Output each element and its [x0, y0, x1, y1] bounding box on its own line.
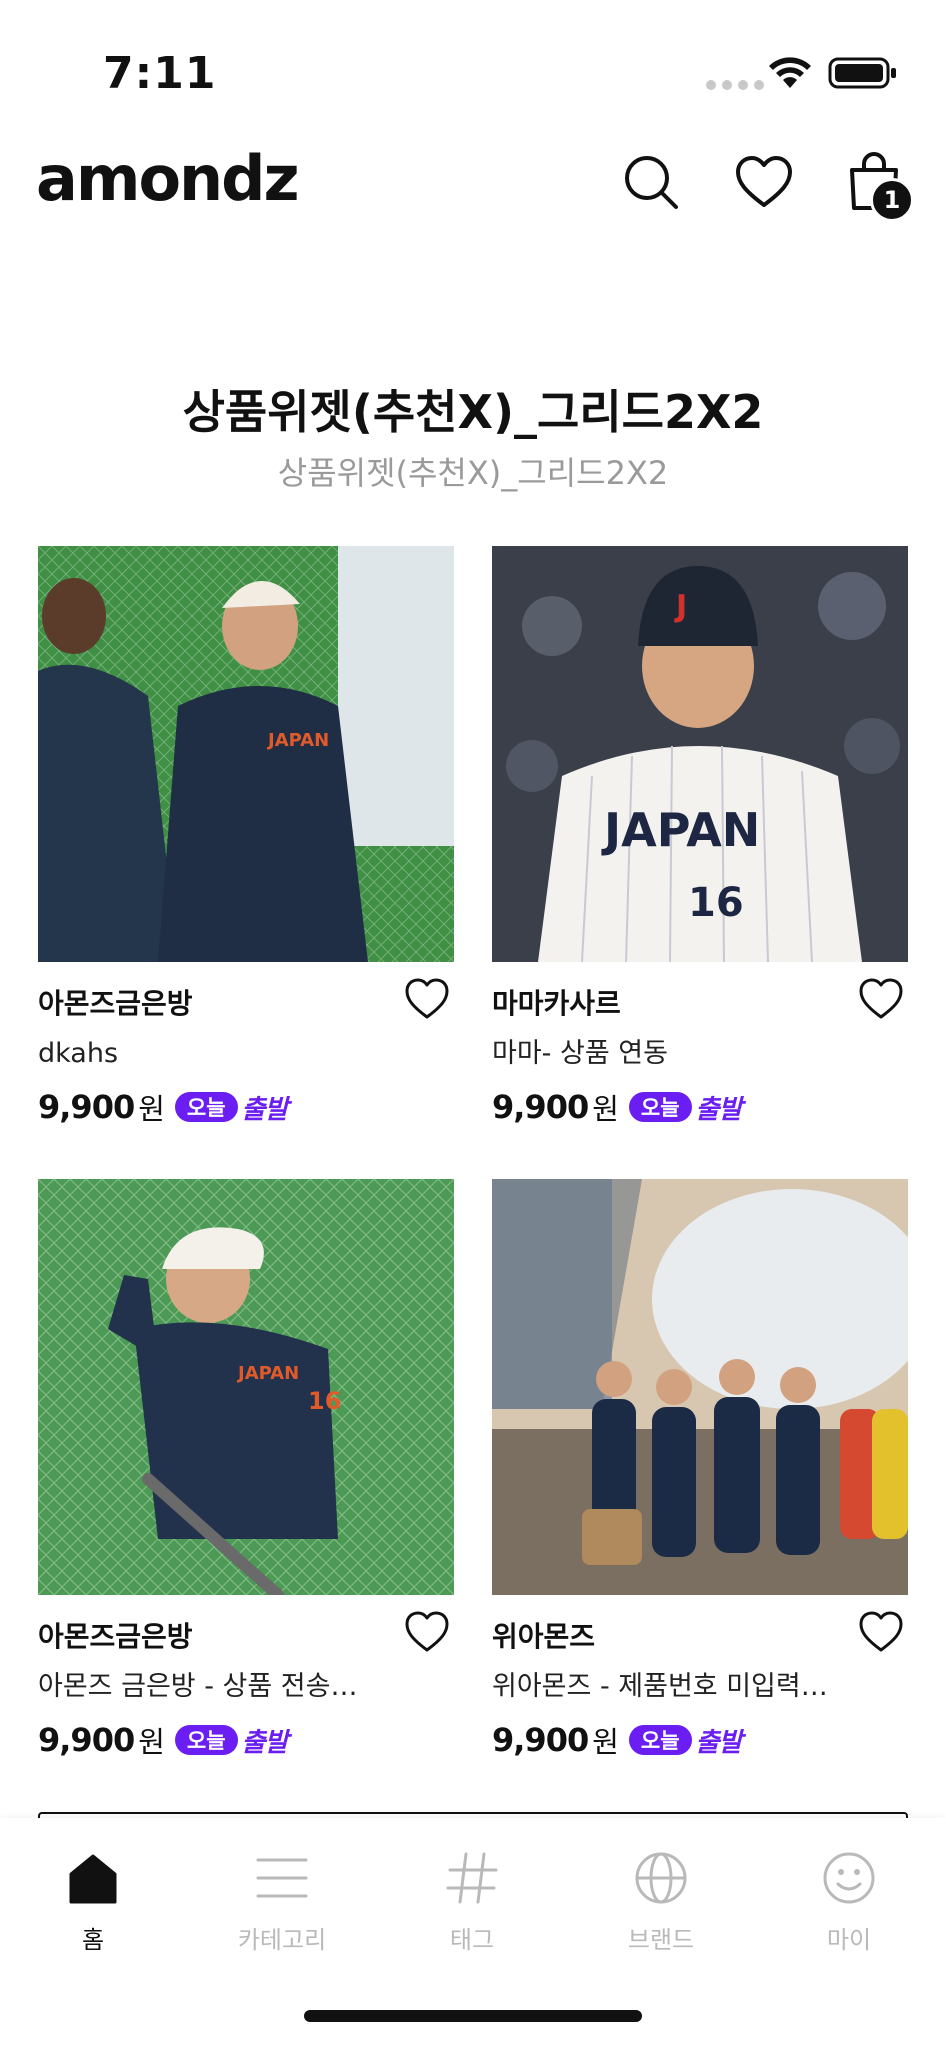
tab-home[interactable]: 홈 — [18, 1848, 168, 1955]
departure-badge: 출발 — [241, 1727, 289, 1758]
menu-icon — [256, 1858, 308, 1898]
tab-label: 태그 — [449, 1926, 495, 1954]
product-name[interactable]: 아몬즈 금은방 - 상품 전송… — [38, 1667, 454, 1715]
svg-text:JAPAN: JAPAN — [266, 730, 329, 751]
brand-name[interactable]: 아몬즈금은방 — [38, 1615, 193, 1655]
wishlist-button[interactable] — [732, 150, 796, 214]
currency-label: 원 — [138, 1725, 165, 1759]
tab-category[interactable]: 카테고리 — [207, 1848, 357, 1955]
heart-icon[interactable] — [404, 1609, 450, 1655]
product-card[interactable]: J JAPAN 16 마마카사르 마마- 상품 연동 9,900 원 오늘 출발 — [492, 546, 908, 1132]
status-bar: 7:11 — [0, 0, 946, 140]
departure-badge: 출발 — [695, 1094, 743, 1125]
departure-badge: 출발 — [695, 1727, 743, 1758]
product-image[interactable] — [492, 1179, 908, 1595]
brand-name[interactable]: 마마카사르 — [492, 982, 621, 1022]
departure-badge: 출발 — [241, 1094, 289, 1125]
smile-icon — [823, 1852, 875, 1904]
section-subtitle: 상품위젯(추천X)_그리드2X2 — [277, 454, 669, 492]
home-indicator — [304, 2010, 642, 2022]
heart-icon — [736, 156, 792, 207]
product-name[interactable]: 위아몬즈 - 제품번호 미입력… — [492, 1667, 908, 1715]
price-row: 9,900 원 오늘 출발 — [38, 1082, 454, 1132]
product-image[interactable]: JAPAN — [38, 546, 454, 962]
price-row: 9,900 원 오늘 출발 — [38, 1715, 454, 1765]
today-badge: 오늘 — [628, 1092, 692, 1122]
svg-text:16: 16 — [688, 880, 744, 926]
brand-name[interactable]: 아몬즈금은방 — [38, 982, 193, 1022]
today-badge: 오늘 — [628, 1725, 692, 1755]
today-badge: 오늘 — [174, 1092, 238, 1122]
heart-icon[interactable] — [858, 976, 904, 1022]
product-card[interactable]: JAPAN 아몬즈금은방 dkahs 9,900 원 오늘 출발 — [38, 546, 454, 1132]
cart-count-badge: 1 — [870, 178, 914, 222]
svg-text:JAPAN: JAPAN — [601, 803, 760, 857]
globe-icon — [635, 1852, 687, 1904]
tab-label: 홈 — [81, 1926, 105, 1954]
product-card[interactable]: 위아몬즈 위아몬즈 - 제품번호 미입력… 9,900 원 오늘 출발 — [492, 1179, 908, 1765]
battery-icon — [828, 57, 896, 89]
tab-tag[interactable]: 태그 — [397, 1848, 547, 1955]
product-name[interactable]: 마마- 상품 연동 — [492, 1034, 908, 1082]
currency-label: 원 — [138, 1092, 165, 1126]
search-icon — [625, 156, 678, 209]
tab-label: 브랜드 — [627, 1926, 695, 1954]
tab-brand[interactable]: 브랜드 — [586, 1848, 736, 1955]
product-price: 9,900 — [492, 1088, 589, 1126]
product-image[interactable]: JAPAN 16 — [38, 1179, 454, 1595]
wifi-icon — [769, 57, 811, 88]
tab-label: 카테고리 — [237, 1926, 327, 1954]
product-image[interactable]: J JAPAN 16 — [492, 546, 908, 962]
tab-label: 마이 — [826, 1926, 872, 1954]
brand-name[interactable]: 위아몬즈 — [492, 1615, 595, 1655]
svg-text:16: 16 — [308, 1387, 341, 1415]
signal-icon — [706, 80, 764, 90]
tab-my[interactable]: 마이 — [774, 1848, 924, 1955]
heart-icon[interactable] — [404, 976, 450, 1022]
search-button[interactable] — [619, 150, 683, 214]
product-card[interactable]: JAPAN 16 아몬즈금은방 아몬즈 금은방 - 상품 전송… 9,900 원… — [38, 1179, 454, 1765]
app-header: amondz — [0, 140, 946, 250]
today-badge: 오늘 — [174, 1725, 238, 1755]
product-price: 9,900 — [38, 1088, 135, 1126]
currency-label: 원 — [592, 1092, 619, 1126]
product-price: 9,900 — [492, 1721, 589, 1759]
price-row: 9,900 원 오늘 출발 — [492, 1082, 908, 1132]
section-title: 상품위젯(추천X)_그리드2X2 — [182, 385, 764, 439]
logo[interactable]: amondz — [36, 142, 300, 215]
svg-text:JAPAN: JAPAN — [236, 1363, 299, 1384]
product-price: 9,900 — [38, 1721, 135, 1759]
svg-text:J: J — [674, 589, 687, 624]
status-time: 7:11 — [103, 48, 217, 99]
heart-icon[interactable] — [858, 1609, 904, 1655]
product-name[interactable]: dkahs — [38, 1034, 454, 1082]
currency-label: 원 — [592, 1725, 619, 1759]
hash-icon — [446, 1852, 498, 1904]
home-icon — [69, 1854, 117, 1904]
price-row: 9,900 원 오늘 출발 — [492, 1715, 908, 1765]
